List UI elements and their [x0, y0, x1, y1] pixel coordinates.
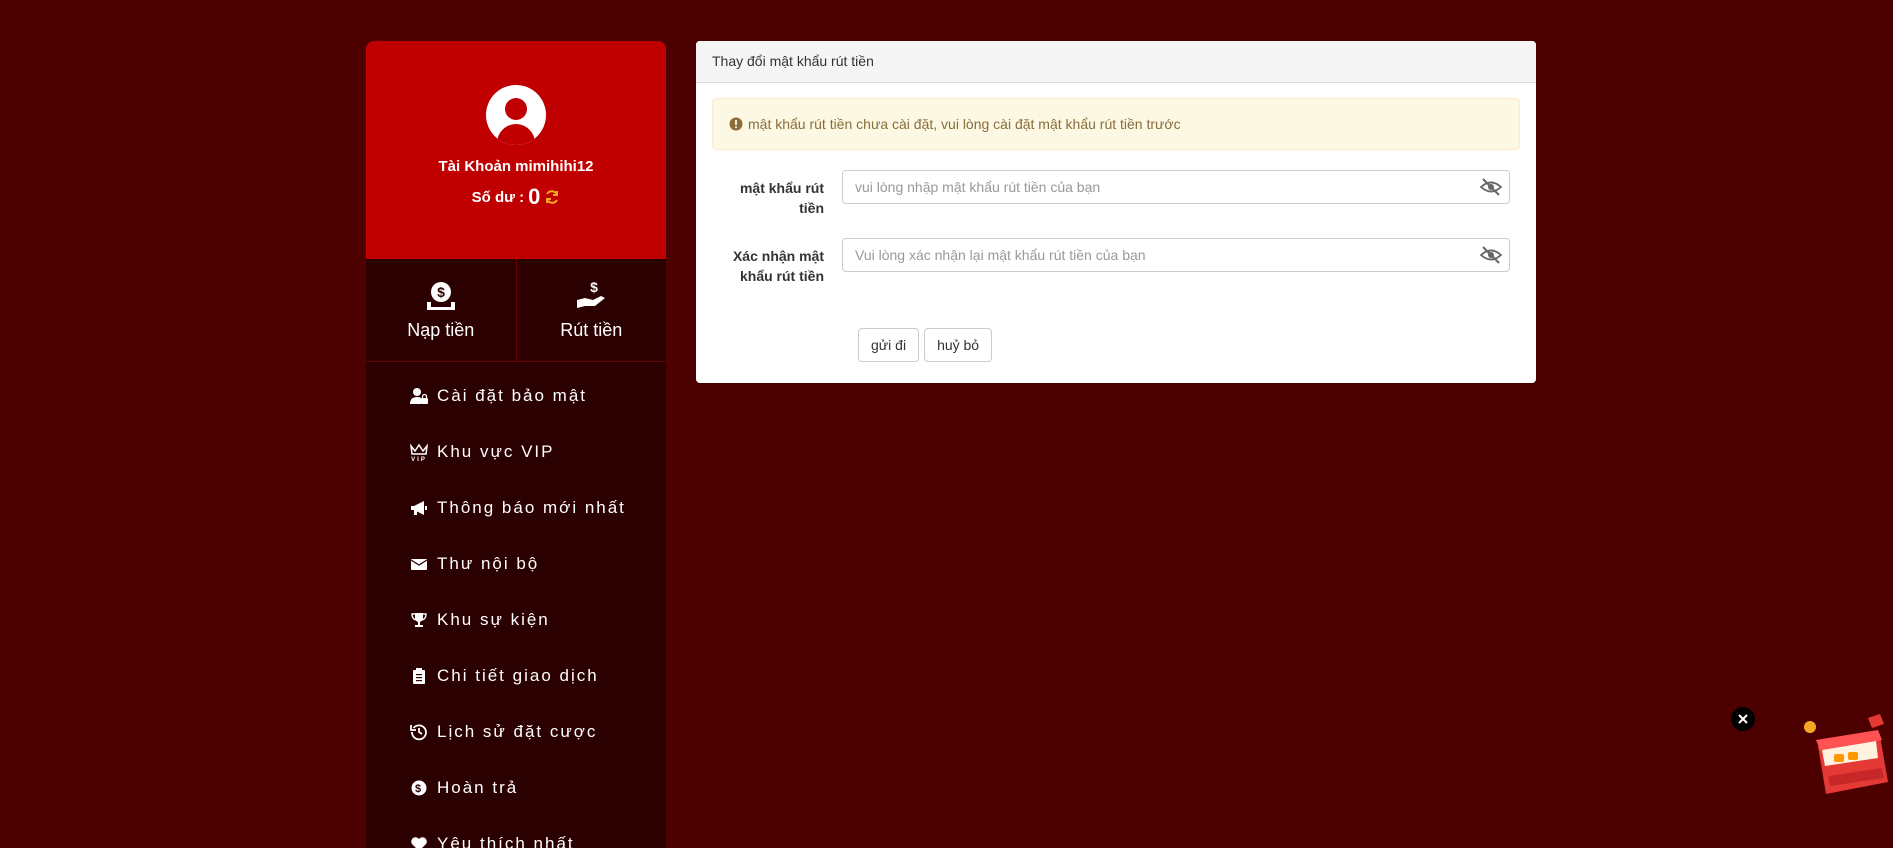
sidebar-item-label: Khu sự kiện: [437, 610, 550, 629]
cancel-button[interactable]: huỷ bỏ: [924, 328, 993, 362]
deposit-icon: $: [426, 281, 455, 310]
sidebar-menu: Cài đặt bảo mật VIP Khu vực VIP Thông bá…: [366, 362, 666, 848]
svg-text:$: $: [415, 783, 423, 795]
submit-button[interactable]: gửi đi: [858, 328, 920, 362]
withdraw-password-panel: Thay đổi mật khẩu rút tiền mật khẩu rút …: [696, 41, 1536, 383]
sidebar-item-label: Lịch sử đặt cược: [437, 722, 598, 741]
withdraw-button[interactable]: $ Rút tiền: [517, 259, 667, 361]
money-actions: $ Nạp tiền $ Rút tiền: [366, 259, 666, 362]
confirm-row: Xác nhận mật khẩu rút tiền: [712, 238, 1520, 286]
sidebar-item-bet-history[interactable]: Lịch sử đặt cược: [366, 704, 666, 760]
dollar-circle-icon: $: [409, 779, 429, 797]
clipboard-icon: [409, 667, 429, 685]
sidebar-item-events[interactable]: Khu sự kiện: [366, 592, 666, 648]
svg-text:VIP: VIP: [411, 457, 427, 461]
exclamation-circle-icon: [729, 117, 743, 131]
user-lock-icon: [409, 387, 429, 405]
sidebar-item-label: Hoàn trả: [437, 778, 519, 797]
password-label: mật khẩu rút tiền: [739, 180, 824, 216]
sidebar-item-transactions[interactable]: Chi tiết giao dịch: [366, 648, 666, 704]
gift-box-icon: [1804, 714, 1888, 794]
confirm-label: Xác nhận mật khẩu rút tiền: [732, 248, 824, 284]
deposit-button[interactable]: $ Nạp tiền: [366, 259, 517, 361]
withdraw-password-input[interactable]: [842, 170, 1510, 204]
confirm-password-input[interactable]: [842, 238, 1510, 272]
envelope-icon: [409, 555, 429, 573]
sidebar-item-vip[interactable]: VIP Khu vực VIP: [366, 424, 666, 480]
sidebar-item-label: Thông báo mới nhất: [437, 498, 626, 517]
sidebar-item-rebate[interactable]: $ Hoàn trả: [366, 760, 666, 816]
heart-icon: [409, 835, 429, 848]
sidebar-item-news[interactable]: Thông báo mới nhất: [366, 480, 666, 536]
close-icon: [1738, 714, 1748, 724]
avatar: [486, 85, 546, 145]
sidebar-item-label: Cài đặt bảo mật: [437, 386, 588, 405]
trophy-icon: [409, 611, 429, 629]
password-input-wrap: [842, 170, 1510, 204]
sidebar-item-label: Khu vực VIP: [437, 442, 555, 461]
account-name: Tài Khoản mimihihi12: [438, 158, 594, 175]
svg-text:$: $: [590, 280, 598, 295]
svg-text:$: $: [437, 284, 445, 300]
alert-text: mật khẩu rút tiền chưa cài đặt, vui lòng…: [748, 116, 1181, 132]
refresh-icon[interactable]: [544, 189, 560, 205]
sidebar-item-favorites[interactable]: Yêu thích nhất: [366, 816, 666, 848]
history-icon: [409, 723, 429, 741]
warning-alert: mật khẩu rút tiền chưa cài đặt, vui lòng…: [712, 98, 1520, 150]
megaphone-icon: [409, 499, 429, 517]
checkin-gift-widget[interactable]: [1798, 710, 1893, 800]
withdraw-label: Rút tiền: [560, 319, 623, 340]
sidebar-item-security[interactable]: Cài đặt bảo mật: [366, 368, 666, 424]
eye-slash-icon[interactable]: [1480, 246, 1502, 264]
balance-value: 0: [528, 184, 541, 209]
vip-crown-icon: VIP: [409, 443, 429, 461]
profile-card: Tài Khoản mimihihi12 Số dư : 0: [366, 41, 666, 259]
sidebar-item-label: Chi tiết giao dịch: [437, 666, 599, 685]
form-actions: gửi đi huỷ bỏ: [858, 328, 1520, 362]
sidebar-item-label: Yêu thích nhất: [437, 834, 575, 848]
panel-body: mật khẩu rút tiền chưa cài đặt, vui lòng…: [696, 83, 1536, 377]
confirm-input-wrap: [842, 238, 1510, 272]
withdraw-icon: $: [577, 280, 606, 308]
sidebar: Tài Khoản mimihihi12 Số dư : 0 $ Nạp tiề…: [366, 41, 666, 848]
close-widget-button[interactable]: [1731, 707, 1755, 731]
password-row: mật khẩu rút tiền: [712, 170, 1520, 218]
deposit-label: Nạp tiền: [407, 319, 475, 340]
eye-slash-icon[interactable]: [1480, 178, 1502, 196]
page: Tài Khoản mimihihi12 Số dư : 0 $ Nạp tiề…: [0, 0, 1893, 848]
balance: Số dư : 0: [472, 184, 561, 210]
sidebar-item-inbox[interactable]: Thư nội bộ: [366, 536, 666, 592]
sidebar-item-label: Thư nội bộ: [437, 554, 540, 573]
panel-title: Thay đổi mật khẩu rút tiền: [696, 41, 1536, 83]
balance-label: Số dư :: [471, 188, 525, 206]
